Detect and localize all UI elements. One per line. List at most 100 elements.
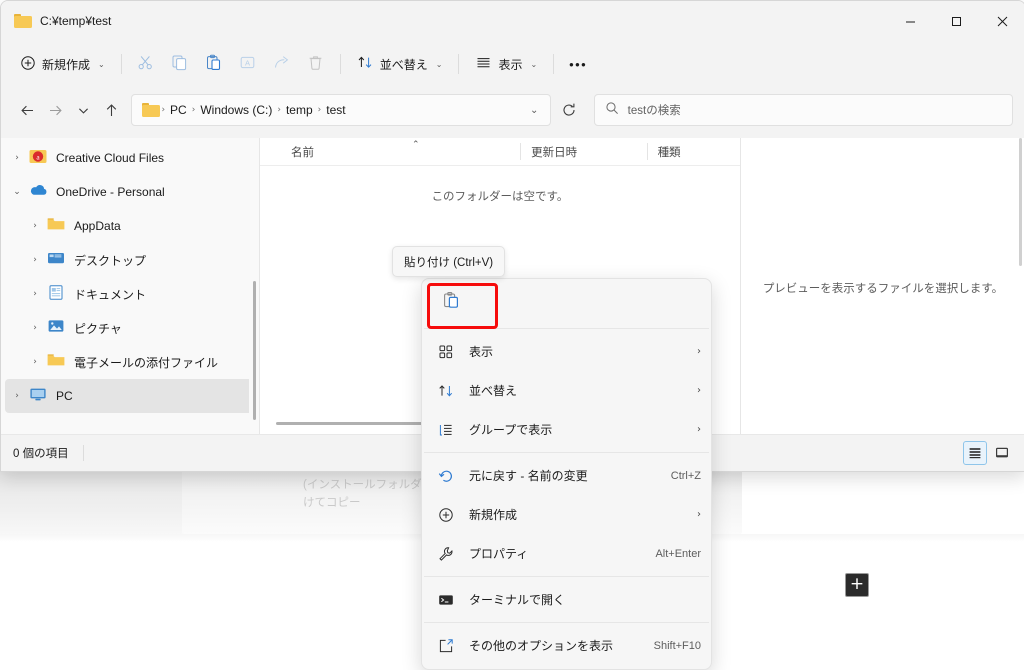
address-bar[interactable]: › PC › Windows (C:) › temp › test ⌄ <box>131 94 552 126</box>
documents-icon <box>47 285 67 303</box>
column-header-date-modified[interactable]: 更新日時 <box>520 138 646 165</box>
column-header-label: 種類 <box>657 146 681 159</box>
folder-icon <box>14 14 32 28</box>
breadcrumb-windows-c[interactable]: Windows (C:) <box>196 103 276 117</box>
paste-button[interactable] <box>197 48 231 80</box>
context-paste-button[interactable] <box>431 285 471 319</box>
more-button[interactable]: ••• <box>561 48 595 80</box>
menu-item-new[interactable]: 新規作成 › <box>422 495 711 534</box>
sidebar-item-label: ドキュメント <box>74 287 147 302</box>
chevron-right-icon: › <box>697 346 701 357</box>
divider <box>553 54 555 74</box>
recent-locations-button[interactable] <box>69 95 97 125</box>
copy-button[interactable] <box>163 48 197 80</box>
window-title: C:¥temp¥test <box>40 14 112 28</box>
ellipsis-icon: ••• <box>569 56 588 72</box>
breadcrumb-pc[interactable]: PC <box>166 103 191 117</box>
preview-pane-icon[interactable] <box>991 442 1013 464</box>
chevron-right-icon[interactable]: › <box>5 153 29 163</box>
chevron-right-icon[interactable]: › <box>23 255 47 265</box>
scrollbar-thumb[interactable] <box>253 281 256 420</box>
menu-item-accelerator: Alt+Enter <box>655 547 701 560</box>
chevron-down-icon[interactable]: ⌄ <box>5 187 29 197</box>
background-text-line1: (インストールフォルダ <box>303 479 422 491</box>
scrollbar-thumb[interactable] <box>1019 138 1022 266</box>
chevron-right-icon[interactable]: › <box>23 289 47 299</box>
new-button[interactable]: 新規作成 ⌄ <box>11 48 114 80</box>
chevron-right-icon[interactable]: › <box>23 221 47 231</box>
column-header-label: 名前 <box>291 146 314 159</box>
forward-button[interactable] <box>41 95 69 125</box>
view-button[interactable]: 表示 ⌄ <box>466 48 546 80</box>
address-bar-row: › PC › Windows (C:) › temp › test ⌄ test… <box>1 87 1024 133</box>
maximize-icon[interactable] <box>933 1 979 41</box>
tooltip-text: 貼り付け (Ctrl+V) <box>404 256 494 269</box>
background-document-left <box>0 462 186 542</box>
menu-item-sort[interactable]: 並べ替え › <box>422 371 711 410</box>
menu-item-label: 並べ替え <box>469 384 518 398</box>
chevron-right-icon[interactable]: › <box>23 357 47 367</box>
search-input[interactable]: testの検索 <box>593 94 1013 126</box>
more-options-icon <box>438 638 460 654</box>
title-bar: C:¥temp¥test <box>1 1 1024 41</box>
navigation-pane[interactable]: › a Creative Cloud Files ⌄ OneDrive - Pe… <box>1 138 259 434</box>
sidebar-item-desktop[interactable]: › デスクトップ <box>5 243 255 277</box>
view-button-label: 表示 <box>498 57 523 72</box>
chevron-right-icon[interactable]: › <box>5 391 29 401</box>
sort-icon <box>438 383 460 399</box>
menu-item-undo-rename[interactable]: 元に戻す - 名前の変更 Ctrl+Z <box>422 456 711 495</box>
details-view-icon[interactable] <box>963 441 987 465</box>
sidebar-item-label: AppData <box>74 219 121 233</box>
pictures-icon <box>47 319 67 337</box>
chevron-right-icon[interactable]: › <box>23 323 47 333</box>
cut-button[interactable] <box>129 48 163 80</box>
navigation-pane-scrollbar[interactable] <box>249 138 259 434</box>
grid-view-icon <box>438 344 460 360</box>
menu-separator <box>424 452 709 453</box>
preview-pane-scrollbar[interactable] <box>1017 138 1024 434</box>
delete-button[interactable] <box>299 48 333 80</box>
sidebar-item-onedrive-personal[interactable]: ⌄ OneDrive - Personal <box>5 175 255 209</box>
sidebar-item-appdata[interactable]: › AppData <box>5 209 255 243</box>
breadcrumb-test[interactable]: test <box>322 103 349 117</box>
menu-item-show-more-options[interactable]: その他のオプションを表示 Shift+F10 <box>422 626 711 665</box>
breadcrumb-temp[interactable]: temp <box>282 103 317 117</box>
sidebar-item-pc[interactable]: › PC <box>5 379 255 413</box>
column-header-name[interactable]: 名前 ⌃ <box>260 138 520 165</box>
sidebar-item-label: デスクトップ <box>74 253 147 268</box>
up-button[interactable] <box>97 95 125 125</box>
rename-button[interactable]: A <box>231 48 265 80</box>
rename-icon: A <box>239 54 256 74</box>
menu-separator <box>424 328 709 329</box>
sort-button[interactable]: 並べ替え ⌄ <box>348 48 452 80</box>
undo-icon <box>438 468 460 484</box>
divider <box>339 54 341 74</box>
search-icon <box>605 101 619 120</box>
minimize-icon[interactable] <box>887 1 933 41</box>
paste-icon <box>442 291 460 314</box>
back-button[interactable] <box>13 95 41 125</box>
share-icon <box>273 54 290 74</box>
chevron-down-icon: ⌄ <box>98 59 105 69</box>
empty-folder-message: このフォルダーは空です。 <box>431 191 569 203</box>
refresh-button[interactable] <box>555 96 581 124</box>
close-icon[interactable] <box>979 1 1024 41</box>
menu-separator <box>424 622 709 623</box>
sidebar-item-pictures[interactable]: › ピクチャ <box>5 311 255 345</box>
chevron-down-icon[interactable]: ⌄ <box>524 105 544 116</box>
new-button-label: 新規作成 <box>42 57 91 72</box>
column-header-type[interactable]: 種類 <box>646 138 740 165</box>
search-placeholder: testの検索 <box>627 105 681 117</box>
preview-placeholder-message: プレビューを表示するファイルを選択します。 <box>762 283 1004 295</box>
sidebar-item-email-attachments[interactable]: › 電子メールの添付ファイル <box>5 345 255 379</box>
sidebar-item-documents[interactable]: › ドキュメント <box>5 277 255 311</box>
command-bar: 新規作成 ⌄ A 並べ替え ⌄ 表示 ⌄ ••• <box>1 41 1024 87</box>
add-plus-button[interactable]: + <box>845 573 869 597</box>
menu-item-open-in-terminal[interactable]: ターミナルで開く <box>422 580 711 619</box>
menu-item-properties[interactable]: プロパティ Alt+Enter <box>422 534 711 573</box>
menu-item-group-by[interactable]: グループで表示 › <box>422 410 711 449</box>
sidebar-item-creative-cloud-files[interactable]: › a Creative Cloud Files <box>5 141 255 175</box>
share-button[interactable] <box>265 48 299 80</box>
onedrive-icon <box>29 183 49 201</box>
menu-item-view[interactable]: 表示 › <box>422 332 711 371</box>
